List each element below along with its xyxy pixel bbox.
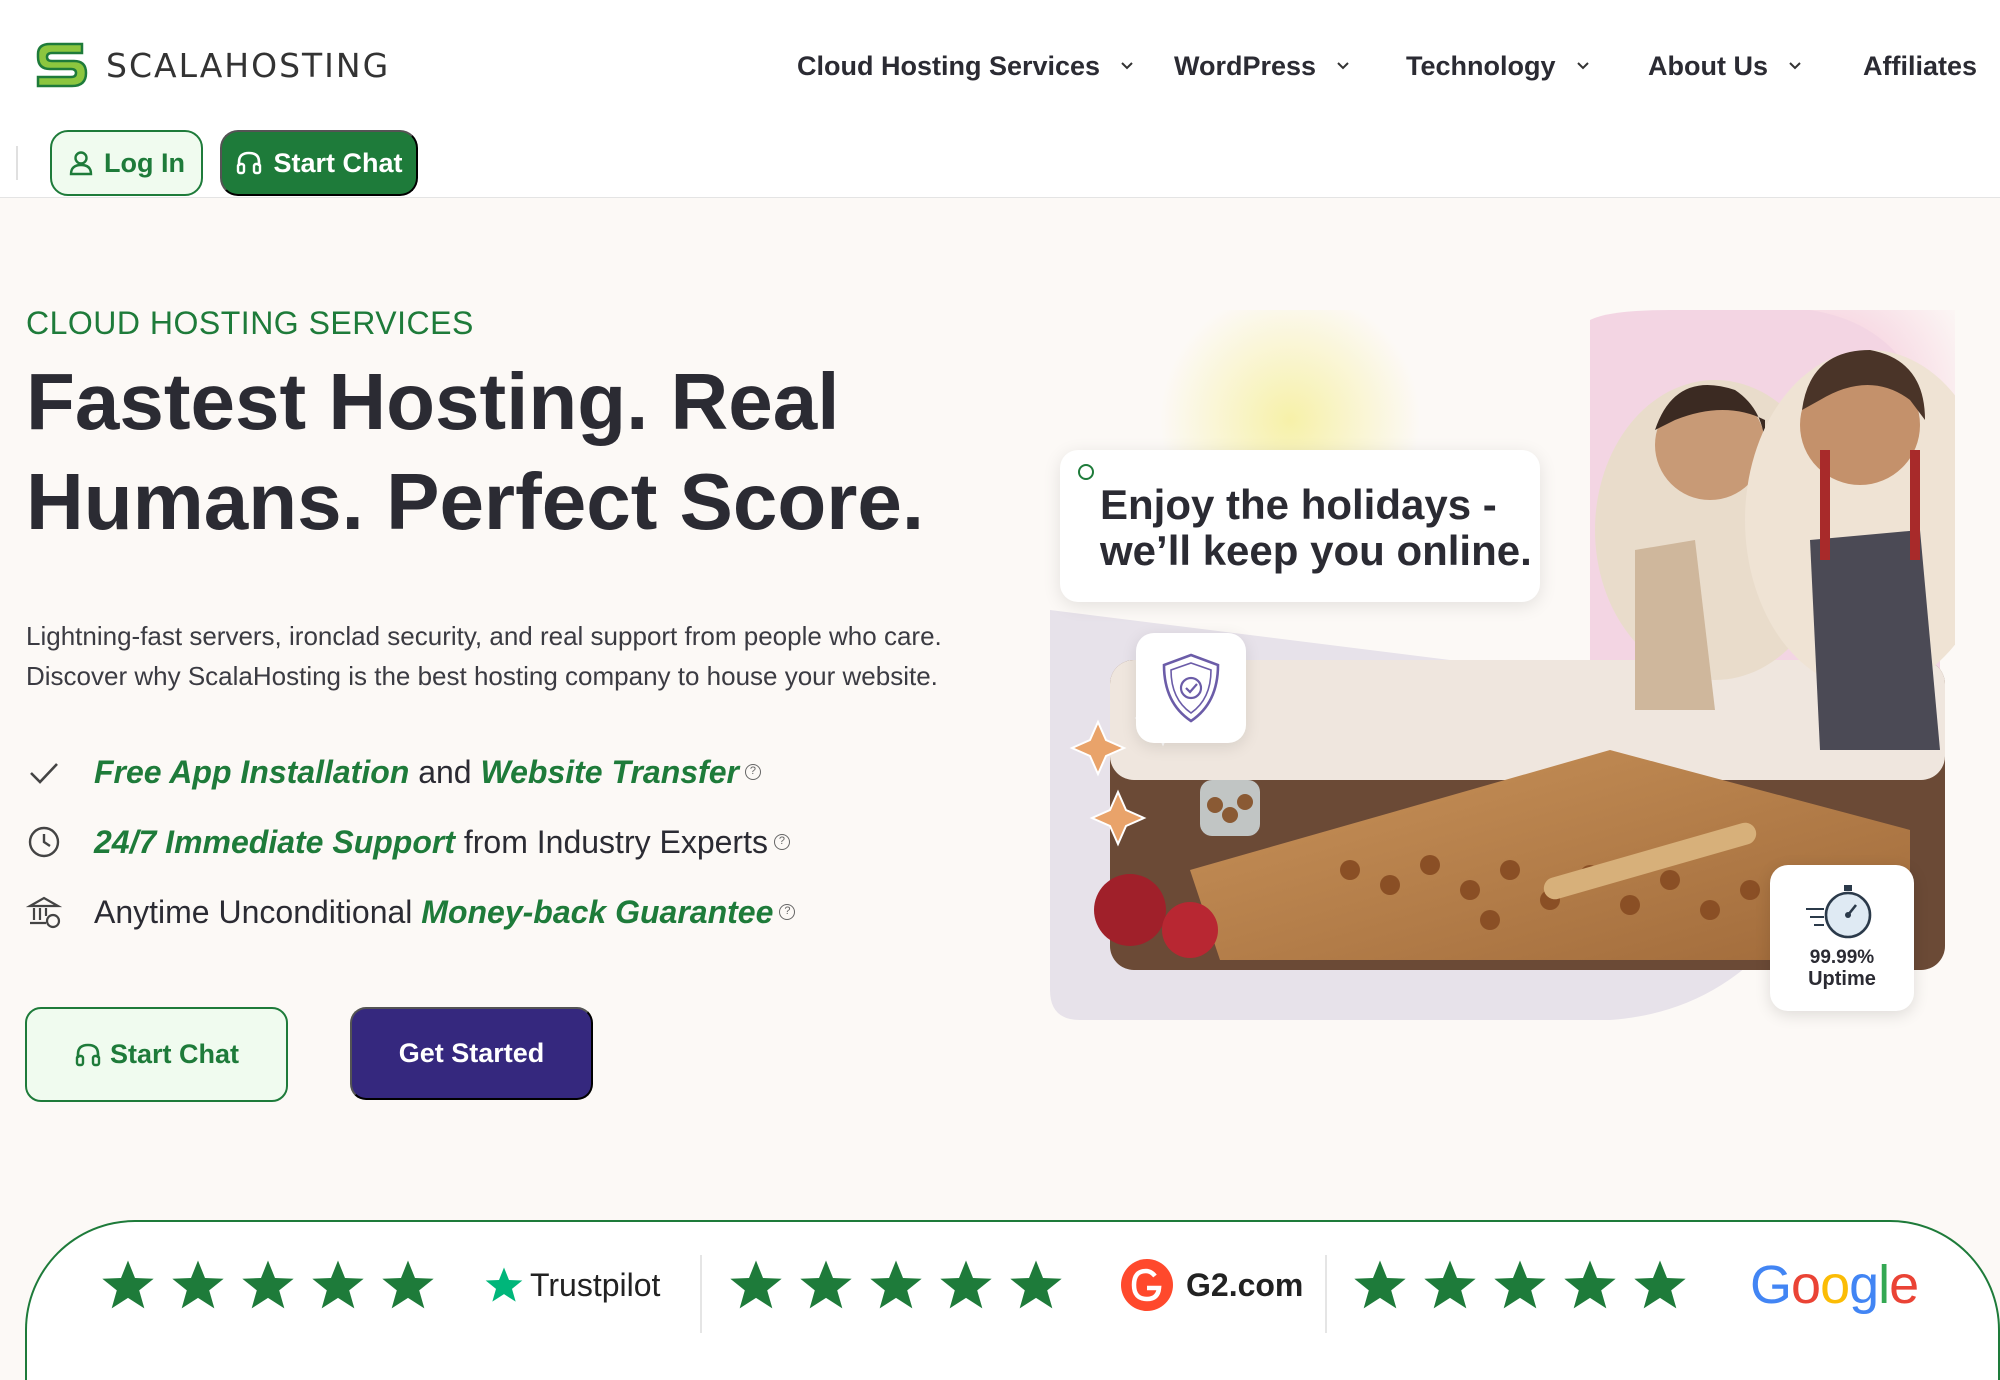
star-icon (1354, 1260, 1406, 1309)
stopwatch-icon (1806, 885, 1872, 939)
nav-item-wordpress[interactable]: WordPress (1174, 46, 1350, 86)
start-chat-label: Start Chat (109, 1039, 239, 1069)
trustpilot-logo: Trustpilot (484, 1265, 660, 1305)
uptime-badge: 99.99% Uptime (1770, 865, 1914, 1011)
nav-item-cloud-hosting[interactable]: Cloud Hosting Services (797, 46, 1134, 86)
feature-item-app-install: Free App Installation and Website Transf… (26, 750, 761, 794)
bubble-line-1: Enjoy the holidays - (1100, 481, 1497, 528)
get-started-button[interactable]: Get Started (350, 1007, 593, 1100)
security-badge (1136, 633, 1246, 743)
feature-item-money-back: Anytime Unconditional Money-back Guarant… (26, 890, 796, 934)
star-icon (242, 1260, 294, 1309)
headline-line-1: Fastest Hosting. Real (26, 357, 840, 446)
user-icon (69, 151, 93, 176)
ratings-divider (700, 1255, 702, 1333)
bank-icon (26, 896, 62, 929)
feature-text: and (409, 753, 481, 790)
headset-icon (75, 1043, 101, 1066)
feature-highlight: Website Transfer (480, 753, 739, 790)
hero-headline: Fastest Hosting. Real Humans. Perfect Sc… (26, 352, 946, 552)
ratings-divider (1325, 1255, 1327, 1333)
shield-check-icon (1162, 653, 1220, 723)
holiday-message-bubble: Enjoy the holidays - we’ll keep you onli… (1060, 450, 1540, 602)
star-rating (1352, 1257, 1688, 1313)
login-label: Log In (104, 147, 185, 178)
star-icon (172, 1260, 224, 1309)
star-icon (382, 1260, 434, 1309)
g2-wordmark: G2.com (1186, 1266, 1304, 1303)
star-icon (1424, 1260, 1476, 1309)
hero-eyebrow: CLOUD HOSTING SERVICES (26, 305, 474, 341)
feature-text: from Industry Experts (454, 823, 768, 860)
site-logo[interactable]: SCALAHOSTING (30, 40, 390, 90)
google-wordmark: Google (1750, 1254, 1919, 1316)
header-divider (16, 146, 18, 180)
uptime-value: 99.99% (1809, 947, 1875, 968)
help-icon[interactable]: ? (773, 834, 790, 850)
start-chat-label: Start Chat (273, 147, 403, 178)
clock-icon (28, 826, 60, 858)
nav-item-label: Technology (1406, 50, 1556, 81)
headline-line-2: Humans. Perfect Score. (26, 457, 925, 546)
hero-description: Lightning-fast servers, ironclad securit… (26, 616, 1006, 696)
rating-google[interactable]: Google (1352, 1250, 1919, 1320)
rating-trustpilot[interactable]: Trustpilot (100, 1250, 660, 1320)
star-icon (102, 1260, 154, 1309)
nav-item-label: WordPress (1174, 50, 1317, 81)
star-icon (1010, 1260, 1062, 1309)
nav-item-label: About Us (1648, 50, 1768, 81)
scala-logo-icon (36, 42, 88, 88)
feature-highlight: Free App Installation (94, 753, 410, 790)
login-button[interactable]: Log In (50, 130, 203, 196)
headset-icon (237, 151, 262, 175)
logo-wordmark: SCALAHOSTING (106, 45, 391, 85)
feature-highlight: Money-back Guarantee (421, 893, 774, 930)
star-icon (1494, 1260, 1546, 1309)
chevron-down-icon (1789, 62, 1801, 70)
get-started-label: Get Started (398, 1038, 545, 1068)
feature-highlight: 24/7 Immediate Support (94, 823, 455, 860)
star-icon (870, 1260, 922, 1309)
chevron-down-icon (1121, 62, 1133, 70)
nav-item-affiliates[interactable]: Affiliates (1863, 46, 1977, 86)
google-wordmark-text: Google (1750, 1255, 1919, 1315)
uptime-label: Uptime (1808, 968, 1876, 990)
star-rating (728, 1257, 1064, 1313)
star-icon (1564, 1260, 1616, 1309)
trustpilot-wordmark: Trustpilot (530, 1266, 661, 1303)
trustpilot-star-icon (485, 1267, 523, 1302)
site-header: SCALAHOSTING Cloud Hosting Services Word… (0, 0, 2000, 198)
bubble-line-2: we’ll keep you online. (1100, 527, 1532, 574)
star-icon (940, 1260, 992, 1309)
star-rating (100, 1257, 436, 1313)
g2-logo-icon (1121, 1259, 1173, 1311)
g2-logo: G2.com (1120, 1258, 1303, 1312)
rating-g2[interactable]: G2.com (728, 1250, 1303, 1320)
help-icon[interactable]: ? (744, 764, 761, 780)
nav-item-label: Affiliates (1863, 50, 1978, 81)
description-line-1: Lightning-fast servers, ironclad securit… (26, 621, 942, 651)
nav-item-about-us[interactable]: About Us (1648, 46, 1802, 86)
status-dot (1078, 464, 1094, 480)
nav-item-technology[interactable]: Technology (1406, 46, 1590, 86)
star-icon (800, 1260, 852, 1309)
chevron-down-icon (1576, 62, 1589, 70)
check-icon (30, 763, 58, 784)
description-line-2: Discover why ScalaHosting is the best ho… (26, 661, 938, 691)
feature-item-support: 24/7 Immediate Support from Industry Exp… (26, 820, 790, 864)
start-chat-header-button[interactable]: Start Chat (220, 130, 418, 196)
star-icon (1634, 1260, 1686, 1309)
start-chat-button[interactable]: Start Chat (25, 1007, 288, 1102)
star-icon (730, 1260, 782, 1309)
chevron-down-icon (1337, 62, 1349, 70)
nav-item-label: Cloud Hosting Services (797, 50, 1101, 81)
help-icon[interactable]: ? (779, 904, 796, 920)
feature-text: Anytime Unconditional (94, 893, 422, 930)
star-icon (312, 1260, 364, 1309)
